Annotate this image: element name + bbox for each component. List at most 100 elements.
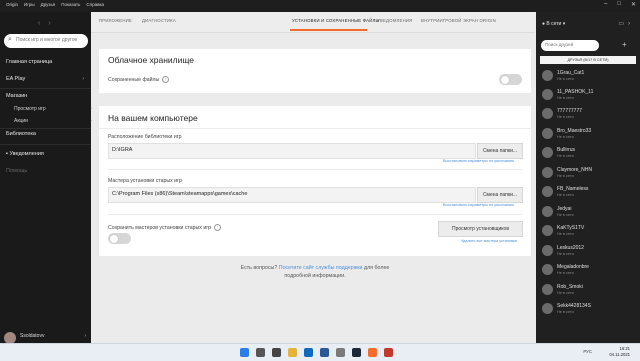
cloud-saves-label: Сохраненные файлы i	[108, 76, 170, 83]
legacy-installers-path-field[interactable]: C:\Program Files (x86)\Steam\steamapps\g…	[108, 187, 476, 203]
list-item[interactable]: Megaladonbre Не в сети	[542, 263, 634, 279]
chevron-right-icon: ›	[90, 118, 92, 124]
keep-installers-toggle[interactable]	[108, 233, 131, 244]
list-item[interactable]: Bro_Maestro33 Не в сети	[542, 127, 634, 143]
list-item[interactable]: 11_PASHOK_11 Не в сети	[542, 88, 634, 104]
friend-name: Jedyai	[557, 206, 572, 212]
sidebar-item-label: Акции	[14, 118, 28, 124]
friends-list-header[interactable]: ДРУЗЬЯ (В/17 В СЕТИ)	[540, 56, 636, 64]
edge-icon[interactable]	[304, 348, 313, 357]
list-item[interactable]: FB_Nameless Не в сети	[542, 185, 634, 201]
sidebar-item-library[interactable]: Библиотека	[6, 131, 84, 137]
menu-help[interactable]: Справка	[86, 2, 104, 7]
close-icon[interactable]: ✕	[631, 1, 636, 8]
sidebar-item-label: Уведомления	[9, 151, 44, 157]
cloud-saves-toggle[interactable]	[499, 74, 522, 85]
delete-installers-link[interactable]: Удалить все мастера установки	[461, 239, 517, 243]
sidebar-item-ea-play[interactable]: EA Play ›	[6, 76, 84, 82]
sidebar-item-home[interactable]: Главная страница	[6, 59, 84, 65]
friend-name: Rob_Smoki	[557, 284, 583, 290]
help-prefix: Есть вопросы?	[240, 265, 278, 271]
back-arrow-icon[interactable]: ‹	[38, 20, 40, 27]
search-box[interactable]: ⌕	[4, 34, 88, 48]
tab-in-game-overlay[interactable]: ВНУТРИИГРОВОЙ ЭКРАН ORIGIN	[421, 18, 496, 23]
friend-name: Megaladonbre	[557, 264, 589, 270]
sidebar-item-label: Главная страница	[6, 59, 53, 65]
sidebar-item-deals[interactable]: Акции ›	[14, 118, 92, 124]
menu-bar: Origin Игры Друзья Показать Справка	[6, 2, 104, 7]
legacy-installers-label: Мастера установки старых игр	[108, 178, 182, 184]
list-item[interactable]: Claymore_NHN Не в сети	[542, 166, 634, 182]
close-panel-icon[interactable]: ›	[628, 21, 634, 27]
friend-name: 11_PASHOK_11	[557, 89, 594, 95]
view-installers-button[interactable]: Просмотр установщиков	[438, 221, 523, 237]
tab-notifications[interactable]: УВЕДОМЛЕНИЯ	[377, 18, 412, 23]
change-legacy-folder-button[interactable]: Смена папки...	[477, 187, 523, 203]
menu-games[interactable]: Игры	[24, 2, 35, 7]
taskbar: РУС 16:21 04.11.2021	[0, 343, 640, 361]
minimize-icon[interactable]: –	[604, 1, 607, 8]
sidebar-item-browse-games[interactable]: Просмотр игр ›	[14, 106, 92, 112]
menu-view[interactable]: Показать	[61, 2, 80, 7]
active-tab-indicator	[290, 29, 367, 31]
origin-icon[interactable]	[368, 348, 377, 357]
sidebar-item-store[interactable]: Магазин	[6, 93, 84, 99]
list-item[interactable]: Leskus2012 Не в сети	[542, 244, 634, 260]
clock-date: 04.11.2021	[609, 352, 630, 357]
divider	[108, 169, 522, 170]
reset-legacy-defaults-link[interactable]: Восстановить параметры по умолчанию	[443, 203, 514, 207]
list-item[interactable]: Bullirrus Не в сети	[542, 146, 634, 162]
toggle-knob	[110, 234, 118, 243]
list-item[interactable]: KaKTyS1TV Не в сети	[542, 224, 634, 240]
store-icon[interactable]	[320, 348, 329, 357]
online-status[interactable]: ● В сети ▾	[542, 21, 565, 27]
task-view-icon[interactable]	[272, 348, 281, 357]
steam-icon[interactable]	[352, 348, 361, 357]
tab-application[interactable]: ПРИЛОЖЕНИЕ	[99, 18, 132, 23]
list-item[interactable]: Jedyai Не в сети	[542, 205, 634, 221]
info-icon[interactable]: i	[162, 76, 170, 83]
avatar	[542, 147, 553, 158]
windows-start-icon[interactable]	[240, 348, 249, 357]
search-input[interactable]	[16, 37, 86, 43]
reset-library-defaults-link[interactable]: Восстановить параметры по умолчанию	[443, 159, 514, 163]
library-path-field[interactable]: D:\IGRA	[108, 143, 476, 159]
cloud-saves-text: Сохраненные файлы	[108, 76, 160, 83]
tab-installs-saves[interactable]: УСТАНОВКИ И СОХРАНЕННЫЕ ФАЙЛЫ	[292, 18, 379, 23]
sidebar-item-notifications[interactable]: ▪ Уведомления	[6, 151, 84, 157]
avatar	[542, 264, 553, 275]
friend-status: Не в сети	[557, 115, 574, 119]
info-icon[interactable]: i	[214, 224, 221, 231]
list-item[interactable]: 1Grau_Cat1 Не в сети	[542, 69, 634, 85]
mail-icon[interactable]	[336, 348, 345, 357]
app-icon[interactable]	[384, 348, 393, 357]
search-icon[interactable]	[256, 348, 265, 357]
friend-name: Bro_Maestro33	[557, 128, 592, 134]
chat-icon[interactable]: ▭	[618, 21, 628, 27]
chevron-right-icon: ›	[82, 76, 84, 82]
friend-status: Не в сети	[557, 154, 574, 158]
avatar	[542, 167, 553, 178]
list-item[interactable]: 777777777 Не в сети	[542, 107, 634, 123]
forward-arrow-icon[interactable]: ›	[48, 20, 50, 27]
list-item[interactable]: Sekk4428134S Не в сети	[542, 302, 634, 318]
tab-diagnostics[interactable]: ДИАГНОСТИКА	[142, 18, 176, 23]
support-site-link[interactable]: Посетите сайт службы поддержки	[279, 265, 363, 271]
friend-search-box[interactable]	[541, 40, 599, 51]
window-controls: – □ ✕	[604, 1, 636, 8]
language-indicator[interactable]: РУС	[583, 349, 592, 354]
system-clock[interactable]: 16:21 04.11.2021	[609, 346, 630, 358]
keep-installers-text: Сохранить мастеров установки старых игр	[108, 224, 211, 231]
change-library-folder-button[interactable]: Смена папки...	[477, 143, 523, 159]
sidebar-item-help[interactable]: Помощь	[6, 168, 84, 174]
local-computer-card: На вашем компьютере Расположение библиот…	[99, 106, 531, 256]
add-friend-icon[interactable]: +	[622, 40, 627, 49]
file-explorer-icon[interactable]	[288, 348, 297, 357]
avatar	[542, 303, 553, 314]
maximize-icon[interactable]: □	[617, 1, 621, 8]
menu-origin[interactable]: Origin	[6, 2, 18, 7]
list-item[interactable]: Rob_Smoki Не в сети	[542, 283, 634, 299]
friend-search-input[interactable]	[545, 42, 595, 47]
friend-status: Не в сети	[557, 232, 574, 236]
menu-friends[interactable]: Друзья	[41, 2, 56, 7]
